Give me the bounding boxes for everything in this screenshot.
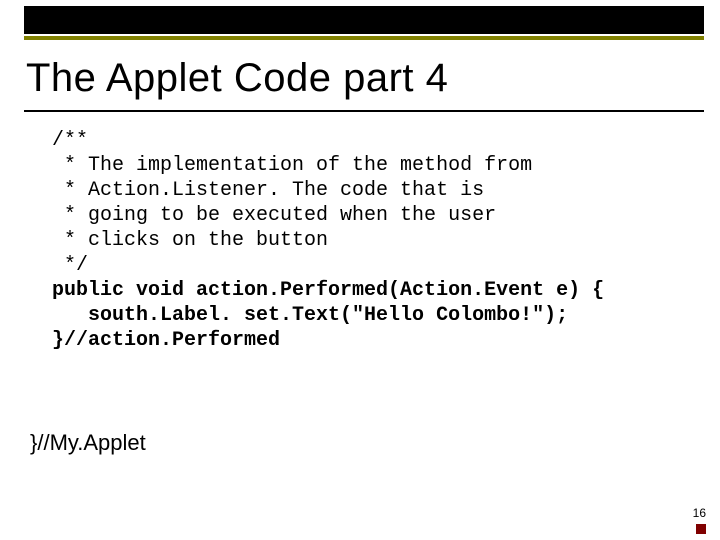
page-title: The Applet Code part 4 — [26, 56, 448, 100]
code-line-signature: public void action.Performed(Action.Even… — [52, 279, 604, 302]
class-closing: }//My.Applet — [30, 430, 146, 456]
code-line: * clicks on the button — [52, 229, 328, 252]
header-bar — [24, 6, 704, 34]
code-line: */ — [52, 254, 88, 277]
header-accent-line — [24, 36, 704, 40]
code-line-end: }//action.Performed — [52, 329, 280, 352]
code-line-body: south.Label. set.Text("Hello Colombo!"); — [52, 304, 568, 327]
slide: The Applet Code part 4 /** * The impleme… — [0, 0, 720, 540]
title-underline — [24, 110, 704, 112]
code-line: * Action.Listener. The code that is — [52, 179, 484, 202]
code-block: /** * The implementation of the method f… — [52, 128, 680, 353]
page-number: 16 — [693, 506, 706, 520]
code-line: * The implementation of the method from — [52, 154, 532, 177]
code-line: * going to be executed when the user — [52, 204, 496, 227]
corner-accent-icon — [696, 524, 706, 534]
code-line: /** — [52, 129, 88, 152]
